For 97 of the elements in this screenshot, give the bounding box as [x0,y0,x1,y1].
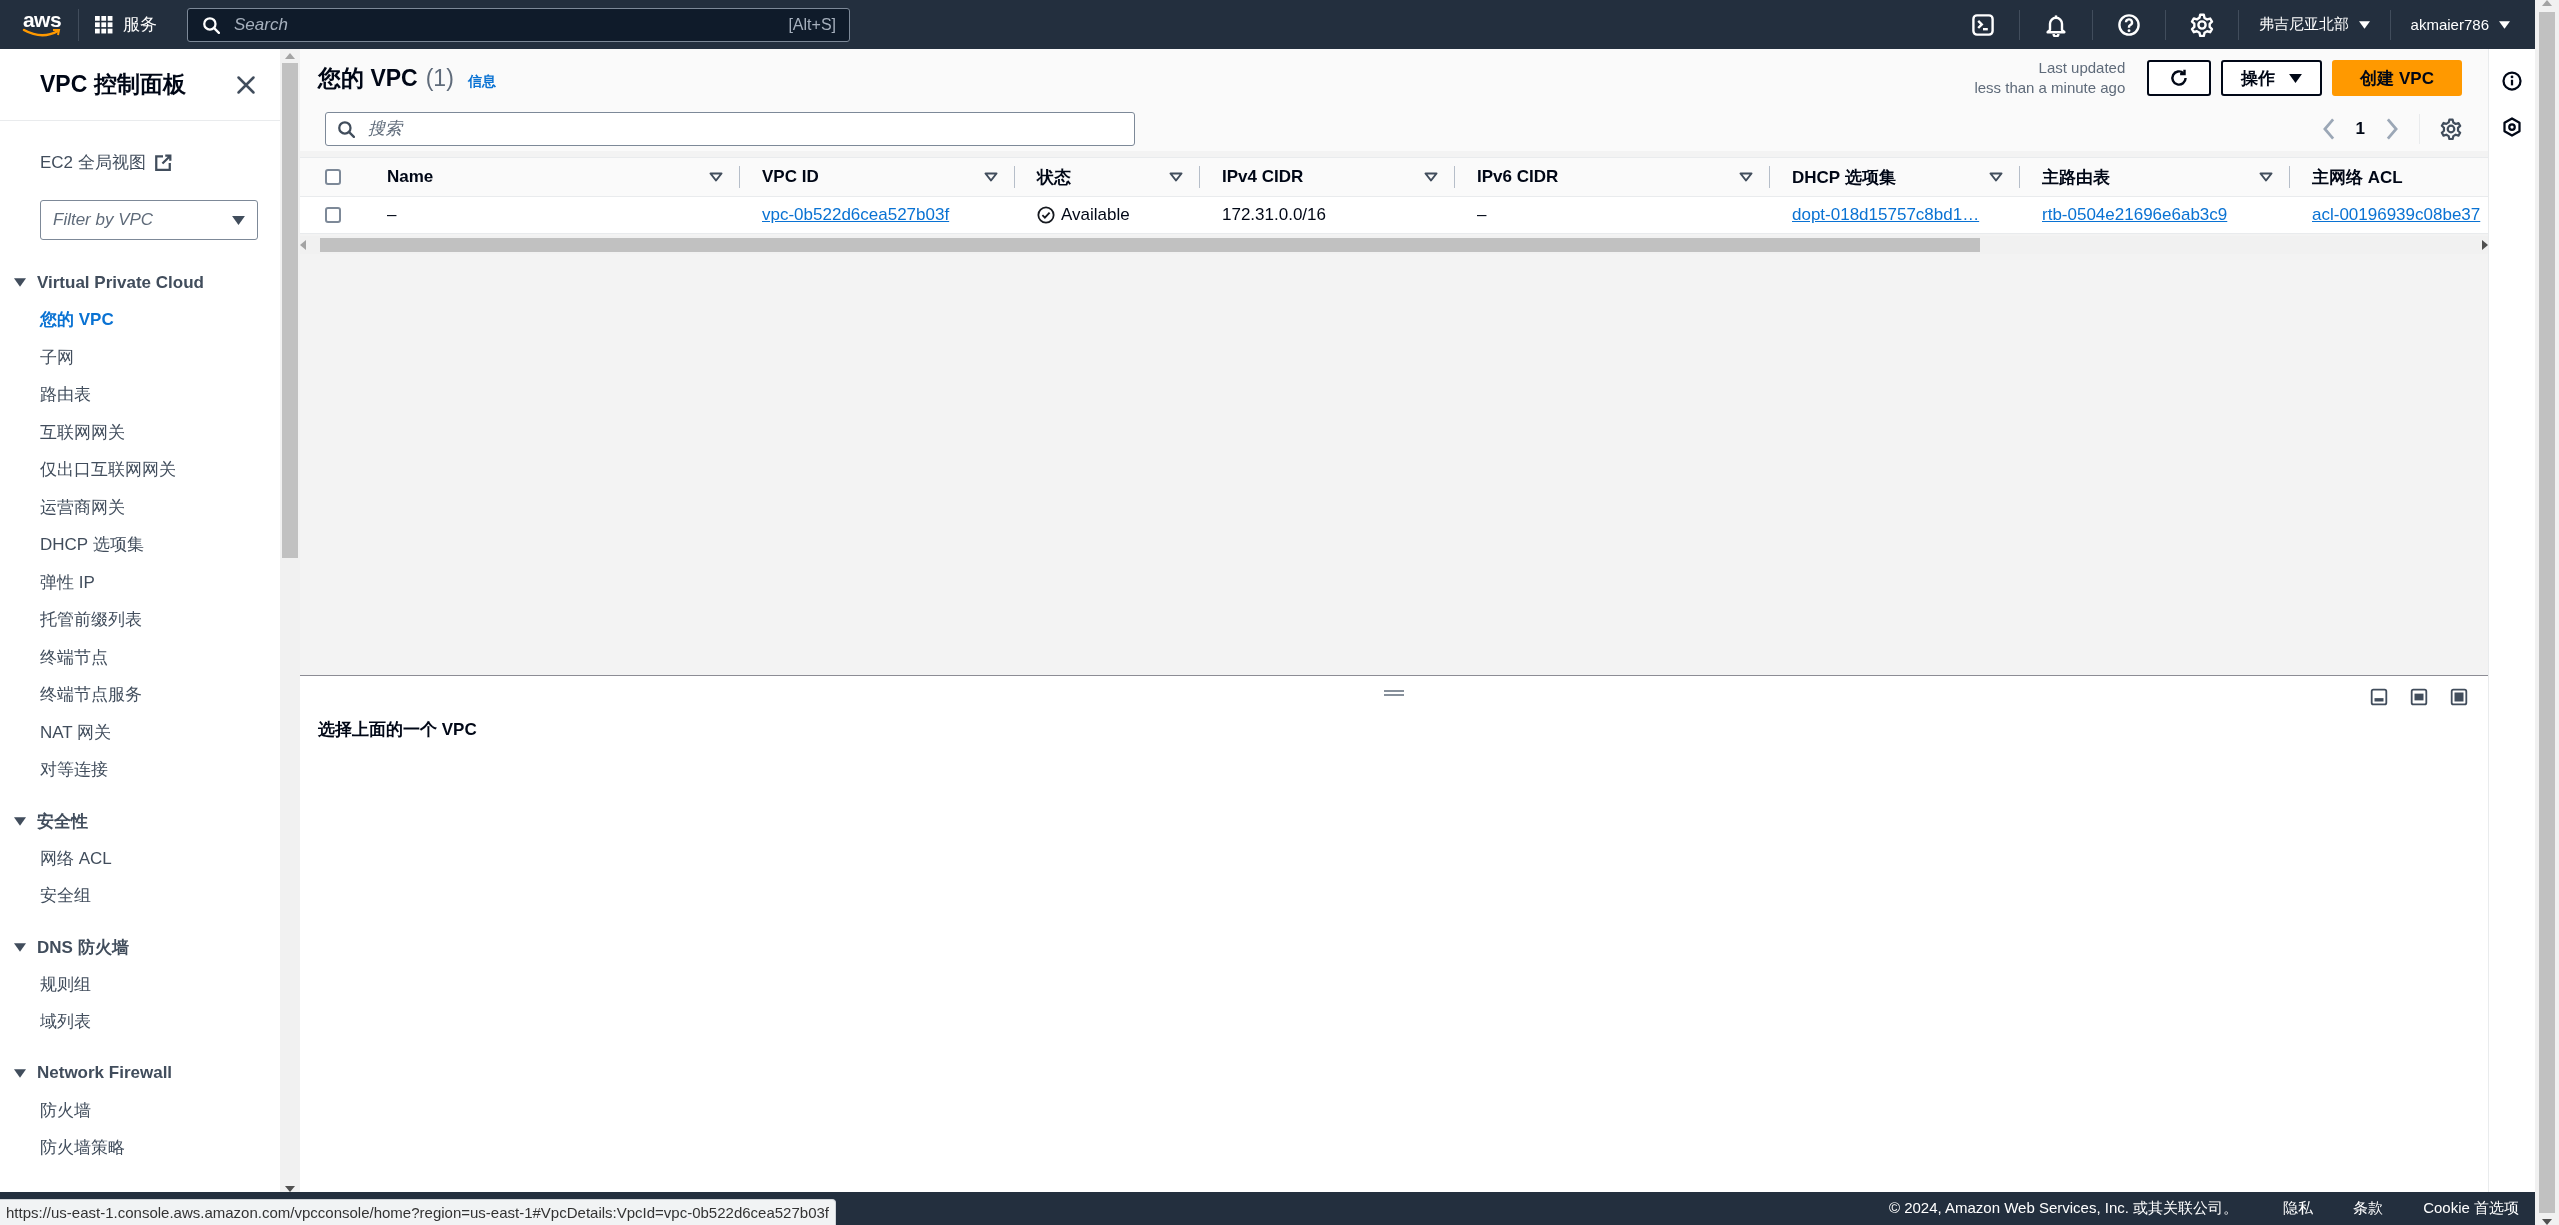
grid-icon [95,15,113,34]
copyright-text: © 2024, Amazon Web Services, Inc. 或其关联公司。 [1888,1199,2239,1218]
nav-link[interactable]: 仅出口互联网网关 [40,451,176,489]
help-icon[interactable] [2116,12,2141,37]
column-header[interactable]: Name [365,158,739,196]
search-icon [202,15,220,34]
actions-button[interactable]: 操作 [2221,60,2323,96]
sort-icon[interactable] [1169,172,1183,182]
table-link[interactable]: dopt-018d15757c8bd1… [1792,205,1980,225]
caret-icon [2499,20,2510,29]
section-header[interactable]: DNS 防火墙 [0,928,129,966]
nav-link[interactable]: 运营商网关 [40,488,125,526]
sort-icon[interactable] [1739,172,1753,182]
caret-icon [2289,73,2303,83]
column-header[interactable]: 状态 [1015,158,1199,196]
external-link-icon [153,153,172,172]
nav-link[interactable]: 终端节点 [40,638,108,676]
search-field[interactable]: 搜索 [325,112,1135,146]
nav-link[interactable]: 防火墙策略 [40,1129,125,1167]
nav-link[interactable]: 互联网网关 [40,413,125,451]
region-dropdown[interactable]: 弗吉尼亚北部 [2258,15,2370,34]
search-icon [337,120,355,138]
link-preview-url: https://us-east-1.console.aws.amazon.com/vpcconsole/home?region=us-east-1#VpcDetails:VpcId=vpc-0b522d6cea527b03f [0,1199,836,1225]
empty-selection-message: 选择上面的一个 VPC [318,719,478,741]
close-icon[interactable] [236,74,256,95]
checkbox[interactable] [324,207,341,223]
scroll-down-arrow-icon[interactable] [285,1186,295,1192]
aws-logo[interactable]: aws [22,11,62,38]
section-header[interactable]: Virtual Private Cloud [0,264,204,301]
sort-icon[interactable] [984,172,998,182]
scroll-right-arrow-icon[interactable] [2482,240,2488,250]
nav-link[interactable]: 子网 [40,338,74,376]
scroll-down-arrow-icon[interactable] [2542,1219,2552,1225]
nav-link[interactable]: 终端节点服务 [40,676,142,714]
checkbox[interactable] [324,169,341,185]
column-header[interactable]: 主路由表 [2020,158,2289,196]
refresh-button[interactable] [2147,60,2212,96]
external-link[interactable]: EC2 全局视图 [40,151,172,174]
nav-link[interactable]: 弹性 IP [40,563,95,601]
sort-icon[interactable] [2259,172,2273,182]
terminal-icon[interactable] [1970,12,1995,37]
sort-icon[interactable] [1989,172,2003,182]
section-header[interactable]: 安全性 [0,802,88,840]
table-link[interactable]: rtb-0504e21696e6ab3c9 [2042,205,2228,225]
nav-link[interactable]: 对等连接 [40,751,108,789]
column-header[interactable]: IPv4 CIDR [1200,158,1454,196]
info-link[interactable]: 信息 [467,72,496,91]
status-text: Available [1061,205,1130,225]
nav-link[interactable]: 安全组 [40,877,91,915]
nav-link[interactable]: 域列表 [40,1003,91,1041]
column-header[interactable]: DHCP 选项集 [1770,158,2019,196]
footer-link[interactable]: Cookie 首选项 [2423,1199,2519,1218]
nav-link[interactable]: 网络 ACL [40,839,112,877]
bell-icon[interactable] [2043,12,2068,37]
column-header[interactable]: VPC ID [740,158,1014,196]
last-updated-time: less than a minute ago [1974,78,2126,98]
nav-link[interactable]: DHCP 选项集 [40,526,144,564]
nav-link[interactable]: 您的 VPC [40,301,114,339]
column-header[interactable]: IPv6 CIDR [1455,158,1769,196]
page-title: 您的 VPC [318,63,418,93]
sort-icon[interactable] [1424,172,1438,182]
section-header[interactable]: Network Firewall [0,1054,173,1092]
column-header[interactable]: 主网络 ACL [2290,158,2488,196]
last-updated-label: Last updated [2038,58,2126,78]
horizontal-scrollbar[interactable] [300,236,2488,254]
sidebar-title: VPC 控制面板 [40,70,186,99]
table-cell: – [1477,205,1487,225]
footer-link[interactable]: 隐私 [2283,1199,2314,1218]
panel-bottom-icon[interactable] [2370,688,2388,706]
settings-icon[interactable] [2440,118,2462,140]
check-circle-icon [1037,206,1055,224]
nav-link[interactable]: NAT 网关 [40,713,112,751]
account-dropdown[interactable]: akmaier786 [2410,16,2510,33]
hexagon-icon[interactable] [2502,117,2522,137]
table-link[interactable]: vpc-0b522d6cea527b03f [762,205,950,225]
sidebar-scrollbar[interactable] [280,49,300,1192]
item-count: (1) [425,64,454,92]
services-menu-button[interactable]: 服务 [95,13,157,36]
panel-full-icon[interactable] [2450,688,2468,706]
panel-side-icon[interactable] [2410,688,2428,706]
table-cell: 172.31.0.0/16 [1222,205,1326,225]
nav-link[interactable]: 防火墙 [40,1091,91,1129]
sort-icon[interactable] [709,172,723,182]
page-number[interactable]: 1 [2351,119,2369,139]
table-link[interactable]: acl-00196939c08be37 [2312,205,2481,225]
vpc-filter-dropdown[interactable]: Filter by VPC [40,200,258,240]
nav-link[interactable]: 规则组 [40,965,91,1003]
info-icon[interactable] [2502,71,2522,91]
shortcut-hint: [Alt+S] [788,15,836,34]
nav-link[interactable]: 路由表 [40,376,91,414]
table-cell: – [387,205,397,225]
caret-icon [2358,20,2370,29]
footer-link[interactable]: 条款 [2353,1199,2384,1218]
nav-link[interactable]: 托管前缀列表 [40,601,142,639]
drag-handle-icon[interactable] [1383,689,1405,697]
create-vpc-button[interactable]: 创建 VPC [2332,60,2462,96]
caret-icon [232,215,245,225]
